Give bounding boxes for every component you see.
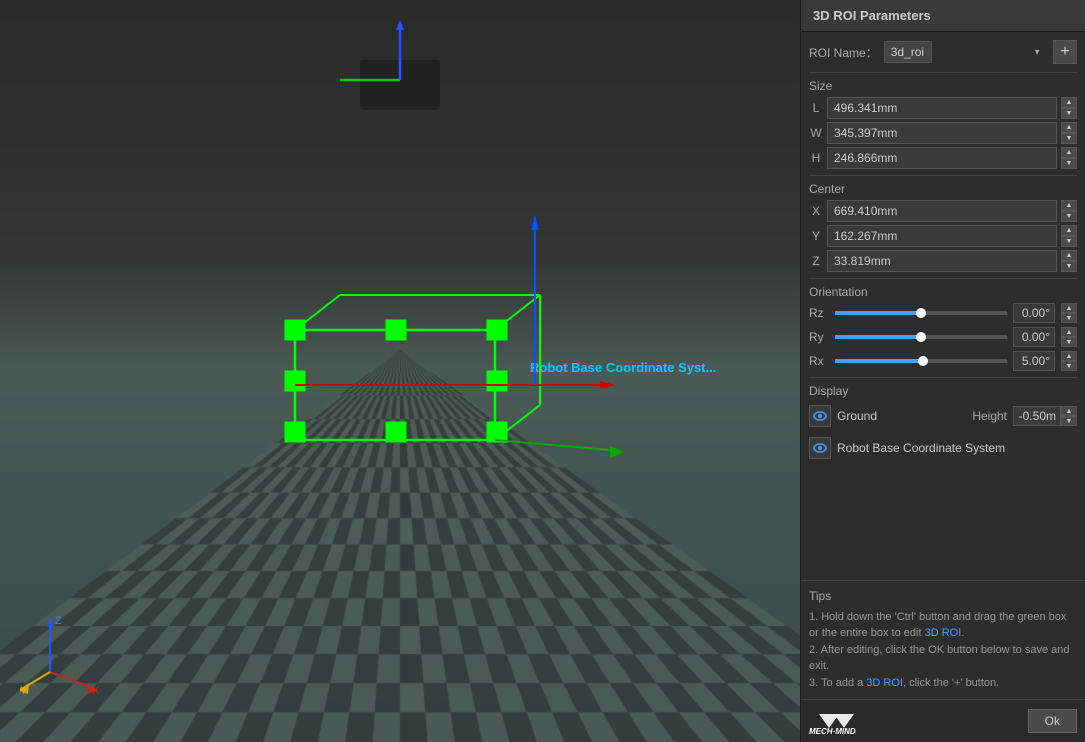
rx-value-input[interactable] xyxy=(1013,351,1055,371)
height-input[interactable] xyxy=(1013,406,1061,426)
coord-eye-icon xyxy=(813,443,827,453)
ground-display-row: Ground Height ▲ ▼ xyxy=(809,402,1077,430)
orientation-section-label: Orientation xyxy=(809,285,1077,299)
rx-label: Rx xyxy=(809,354,829,368)
size-section-label: Size xyxy=(809,79,1077,93)
size-h-row: H ▲ ▼ xyxy=(809,147,1077,169)
tips-text: 1. Hold down the 'Ctrl' button and drag … xyxy=(809,609,1077,692)
size-h-label: H xyxy=(809,151,823,165)
center-x-row: X ▲ ▼ xyxy=(809,200,1077,222)
rz-up[interactable]: ▲ xyxy=(1061,303,1077,313)
size-l-row: L ▲ ▼ xyxy=(809,97,1077,119)
center-y-up[interactable]: ▲ xyxy=(1061,225,1077,236)
center-x-label: X xyxy=(809,204,823,218)
size-w-input[interactable] xyxy=(827,122,1057,144)
coord-display-row: Robot Base Coordinate System xyxy=(809,434,1077,462)
size-l-label: L xyxy=(809,101,823,115)
tip3-text: 3. To add a xyxy=(809,677,866,689)
center-y-down[interactable]: ▼ xyxy=(1061,236,1077,247)
center-z-up[interactable]: ▲ xyxy=(1061,250,1077,261)
rx-down[interactable]: ▼ xyxy=(1061,361,1077,371)
size-l-up[interactable]: ▲ xyxy=(1061,97,1077,108)
rx-up[interactable]: ▲ xyxy=(1061,351,1077,361)
center-section-label: Center xyxy=(809,182,1077,196)
center-z-input[interactable] xyxy=(827,250,1057,272)
size-w-down[interactable]: ▼ xyxy=(1061,133,1077,144)
rz-label: Rz xyxy=(809,306,829,320)
rx-row: Rx ▲ ▼ xyxy=(809,351,1077,371)
panel-title: 3D ROI Parameters xyxy=(801,0,1085,32)
size-h-down[interactable]: ▼ xyxy=(1061,158,1077,169)
size-l-input[interactable] xyxy=(827,97,1057,119)
ry-row: Ry ▲ ▼ xyxy=(809,327,1077,347)
roi-name-select[interactable]: 3d_roi xyxy=(884,41,932,63)
rz-slider[interactable] xyxy=(835,311,1007,315)
size-w-row: W ▲ ▼ xyxy=(809,122,1077,144)
size-w-up[interactable]: ▲ xyxy=(1061,122,1077,133)
center-x-input[interactable] xyxy=(827,200,1057,222)
ok-button[interactable]: Ok xyxy=(1028,709,1077,733)
ry-slider[interactable] xyxy=(835,335,1007,339)
tip3-link[interactable]: 3D ROI xyxy=(866,677,903,689)
rz-value-input[interactable] xyxy=(1013,303,1055,323)
coord-system-label: Robot Base Coordinate System xyxy=(837,441,1077,455)
right-panel: 3D ROI Parameters ROI Name： 3d_roi + Siz… xyxy=(800,0,1085,742)
center-z-label: Z xyxy=(809,254,823,268)
center-z-row: Z ▲ ▼ xyxy=(809,250,1077,272)
add-roi-button[interactable]: + xyxy=(1053,40,1077,64)
rx-slider[interactable] xyxy=(835,359,1007,363)
ry-value-input[interactable] xyxy=(1013,327,1055,347)
tip3-end: , click the '+' button. xyxy=(903,677,999,689)
height-value-container: ▲ ▼ xyxy=(1013,406,1077,426)
ry-slider-container[interactable] xyxy=(835,335,1007,339)
roi-name-row: ROI Name： 3d_roi + xyxy=(809,40,1077,64)
height-up[interactable]: ▲ xyxy=(1061,406,1077,416)
tip1-link[interactable]: 3D ROI xyxy=(925,627,962,639)
ry-label: Ry xyxy=(809,330,829,344)
eye-icon xyxy=(813,411,827,421)
tip2-text: 2. After editing, click the OK button be… xyxy=(809,644,1070,673)
size-l-down[interactable]: ▼ xyxy=(1061,108,1077,119)
rz-slider-container[interactable] xyxy=(835,311,1007,315)
svg-text:MECH·MIND: MECH·MIND xyxy=(809,727,856,736)
center-z-down[interactable]: ▼ xyxy=(1061,261,1077,272)
ry-up[interactable]: ▲ xyxy=(1061,327,1077,337)
tips-section: Tips 1. Hold down the 'Ctrl' button and … xyxy=(801,580,1085,700)
height-label: Height xyxy=(972,409,1007,423)
size-h-input[interactable] xyxy=(827,147,1057,169)
rx-slider-container[interactable] xyxy=(835,359,1007,363)
tips-title: Tips xyxy=(809,589,1077,603)
panel-content: ROI Name： 3d_roi + Size L ▲ ▼ W ▲ ▼ xyxy=(801,32,1085,580)
size-w-label: W xyxy=(809,126,823,140)
display-section-label: Display xyxy=(809,384,1077,398)
size-h-up[interactable]: ▲ xyxy=(1061,147,1077,158)
center-y-input[interactable] xyxy=(827,225,1057,247)
center-x-up[interactable]: ▲ xyxy=(1061,200,1077,211)
3d-viewport[interactable]: Robot Base Coordinate Syst... xyxy=(0,0,800,742)
bottom-bar: MECH·MIND Ok xyxy=(801,699,1085,742)
roi-name-select-wrapper[interactable]: 3d_roi xyxy=(884,41,1047,63)
center-x-down[interactable]: ▼ xyxy=(1061,211,1077,222)
roi-name-label: ROI Name： xyxy=(809,44,878,61)
mechmind-logo: MECH·MIND xyxy=(809,706,879,736)
ground-eye-button[interactable] xyxy=(809,405,831,427)
ry-down[interactable]: ▼ xyxy=(1061,337,1077,347)
ground-label: Ground xyxy=(837,409,966,423)
center-y-label: Y xyxy=(809,229,823,243)
tip1-end: . xyxy=(961,627,964,639)
coord-eye-button[interactable] xyxy=(809,437,831,459)
rz-down[interactable]: ▼ xyxy=(1061,313,1077,323)
height-down[interactable]: ▼ xyxy=(1061,416,1077,426)
rz-row: Rz ▲ ▼ xyxy=(809,303,1077,323)
center-y-row: Y ▲ ▼ xyxy=(809,225,1077,247)
mechmind-logo-area: MECH·MIND xyxy=(809,706,1020,736)
